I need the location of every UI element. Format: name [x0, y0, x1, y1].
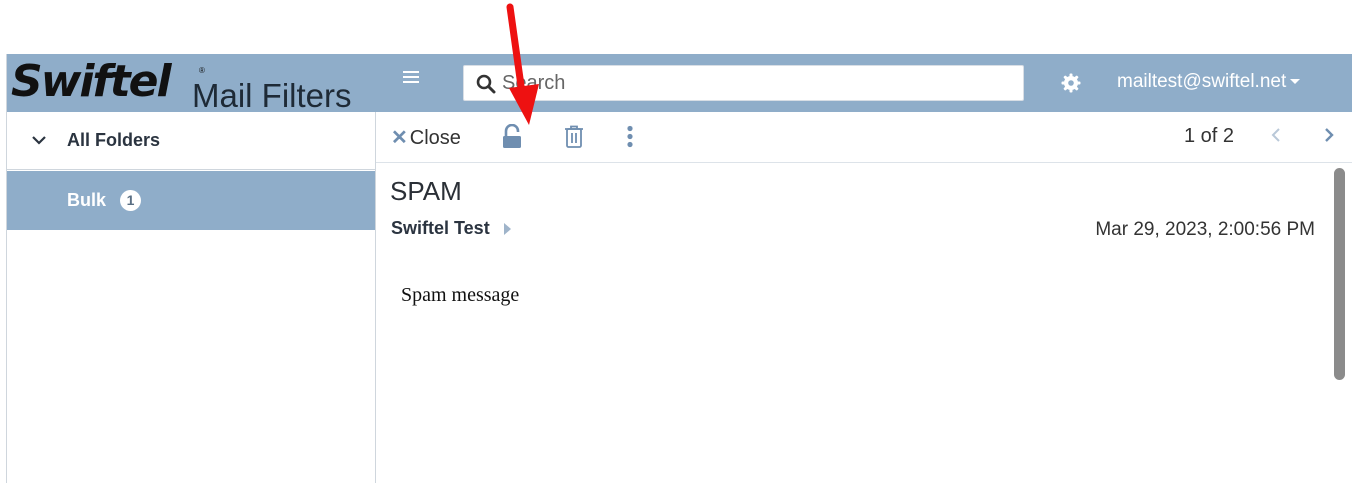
- message-body: Spam message: [401, 284, 520, 306]
- menu-icon[interactable]: [399, 68, 423, 92]
- caret-down-icon: [1290, 79, 1301, 85]
- caret-right-icon: [503, 223, 511, 236]
- pagination-label: 1 of 2: [1184, 125, 1235, 147]
- search-icon: [476, 74, 496, 94]
- sender-name: Swiftel Test: [391, 218, 490, 238]
- logo: Swiftel ® Mail Filters: [7, 54, 376, 112]
- scrollbar[interactable]: [1334, 168, 1345, 380]
- folder-label: Bulk: [67, 190, 107, 210]
- annotation-arrow-icon: [506, 3, 539, 125]
- chevron-right-icon[interactable]: [1322, 126, 1336, 144]
- logo-registered-mark: ®: [199, 66, 205, 75]
- message-subject: SPAM: [390, 176, 462, 206]
- message-view: SPAM Swiftel Test Mar 29, 2023, 2:00:56 …: [376, 164, 1352, 483]
- folder-count-badge: 1: [120, 190, 141, 211]
- chevron-down-icon: [32, 136, 46, 145]
- all-folders-toggle[interactable]: All Folders: [7, 112, 375, 170]
- search-input[interactable]: [502, 66, 1002, 100]
- sidebar: All Folders Bulk 1: [7, 112, 376, 483]
- trash-icon[interactable]: [562, 124, 586, 150]
- message-sender[interactable]: Swiftel Test: [391, 218, 511, 239]
- top-bar: Swiftel ® Mail Filters mai: [7, 54, 1352, 112]
- account-menu[interactable]: mailtest@swiftel.net: [1117, 71, 1301, 93]
- more-vertical-icon[interactable]: [618, 124, 642, 150]
- logo-subtitle: Mail Filters: [192, 77, 352, 112]
- sidebar-item-bulk[interactable]: Bulk 1: [7, 171, 375, 230]
- all-folders-label: All Folders: [67, 130, 161, 150]
- close-label: Close: [409, 127, 461, 149]
- search-box[interactable]: [463, 65, 1024, 101]
- gear-icon[interactable]: [1061, 73, 1081, 93]
- close-icon: ✕: [391, 127, 408, 149]
- mail-filters-app: Swiftel ® Mail Filters mai: [6, 54, 1352, 483]
- message-date: Mar 29, 2023, 2:00:56 PM: [1095, 219, 1315, 240]
- logo-brand: Swiftel: [11, 56, 172, 107]
- account-email: mailtest@swiftel.net: [1117, 71, 1287, 92]
- close-button[interactable]: ✕ Close: [391, 125, 461, 150]
- chevron-left-icon[interactable]: [1269, 126, 1283, 144]
